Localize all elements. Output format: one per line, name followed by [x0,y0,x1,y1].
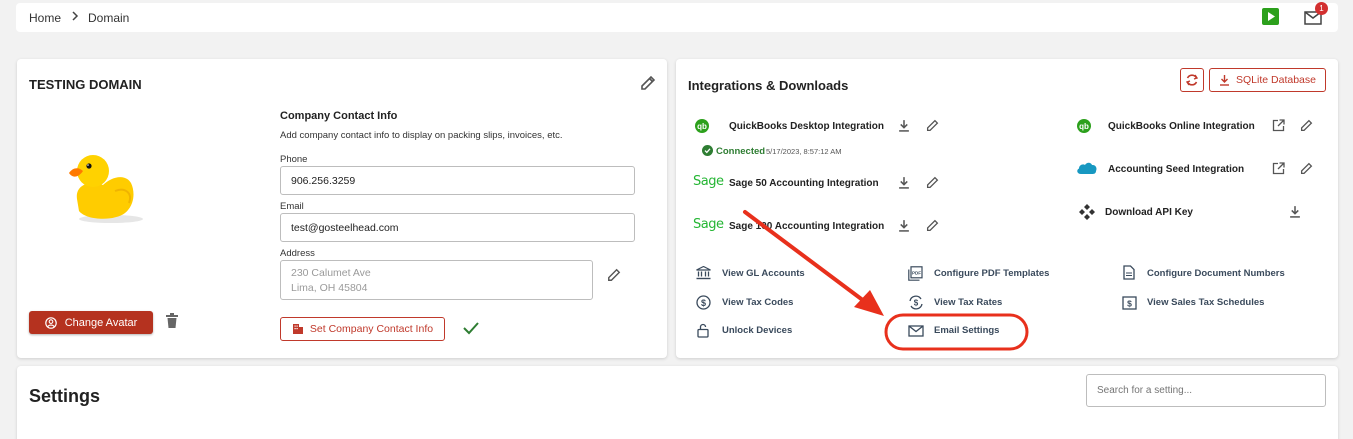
download-icon [1219,74,1230,86]
qb-online-label: QuickBooks Online Integration [1108,121,1255,132]
settings-card: Settings [17,366,1338,439]
document-icon [1123,265,1135,280]
set-contact-info-label: Set Company Contact Info [309,323,434,335]
chevron-right-icon [70,9,80,23]
accounting-seed-label: Accounting Seed Integration [1108,164,1245,175]
dollar-box-icon: $ [1122,296,1137,310]
refresh-button[interactable] [1180,68,1204,92]
salesforce-cloud-icon [1076,161,1098,176]
address-label: Address [280,248,315,259]
dollar-circle-icon: $ [696,295,711,310]
domain-card: TESTING DOMAIN Change Avatar Company Con… [17,59,667,358]
contact-heading: Company Contact Info [280,110,398,122]
link-tax-codes[interactable]: View Tax Codes [722,297,793,308]
edit-icon[interactable] [926,176,939,189]
domain-title: TESTING DOMAIN [29,77,142,92]
refresh-dollar-icon: $ [908,295,924,310]
email-field[interactable]: test@gosteelhead.com [280,213,635,242]
open-external-icon[interactable] [1272,162,1285,175]
notification-badge: 1 [1315,2,1328,15]
edit-icon[interactable] [926,119,939,132]
link-tax-rates[interactable]: View Tax Rates [934,297,1002,308]
download-icon[interactable] [1289,205,1301,218]
change-avatar-button[interactable]: Change Avatar [29,311,153,334]
qb-desktop-label: QuickBooks Desktop Integration [729,121,885,132]
breadcrumb-home[interactable]: Home [29,11,61,25]
contact-description: Add company contact info to display on p… [280,130,563,141]
download-icon[interactable] [898,219,910,232]
svg-text:PDF: PDF [912,271,921,276]
phone-label: Phone [280,154,308,165]
address-line-2: Lima, OH 45804 [291,282,368,294]
address-line-1: 230 Calumet Ave [291,267,371,279]
quickbooks-logo-icon: qb [695,119,709,133]
pdf-icon: PDF [908,266,923,281]
edit-icon[interactable] [1300,119,1313,132]
integrations-card: Integrations & Downloads SQLite Database… [676,59,1338,358]
lock-open-icon [697,323,709,338]
open-external-icon[interactable] [1272,119,1285,132]
connected-timestamp: 5/17/2023, 8:57:12 AM [766,147,842,156]
settings-search-input[interactable] [1086,374,1326,407]
email-label: Email [280,201,304,212]
svg-text:$: $ [914,299,919,308]
svg-text:$: $ [1127,299,1132,309]
settings-title: Settings [29,386,101,406]
sage50-label: Sage 50 Accounting Integration [729,178,879,189]
edit-icon[interactable] [926,219,939,232]
check-circle-icon [702,145,713,156]
svg-text:$: $ [701,298,706,308]
set-contact-info-button[interactable]: Set Company Contact Info [280,317,445,341]
download-icon[interactable] [898,119,910,132]
edit-icon[interactable] [640,75,656,91]
building-icon [292,323,304,335]
connected-status: Connected [716,146,766,157]
address-field[interactable]: 230 Calumet Ave Lima, OH 45804 [280,260,593,300]
sage-logo-icon: Sage [693,174,724,189]
change-avatar-label: Change Avatar [64,316,138,329]
quickbooks-logo-icon: qb [1077,119,1091,133]
check-icon [463,321,479,335]
edit-address-icon[interactable] [607,268,621,282]
avatar [63,147,153,227]
phone-field[interactable]: 906.256.3259 [280,166,635,195]
top-bar: Home Domain 1 [16,2,1338,32]
api-key-icon [1079,204,1095,220]
link-email-settings[interactable]: Email Settings [934,325,999,336]
bank-icon [696,266,711,280]
link-unlock-devices[interactable]: Unlock Devices [722,325,792,336]
refresh-icon [1185,73,1199,87]
trash-icon[interactable] [165,313,179,329]
sage100-label: Sage 100 Accounting Integration [729,221,885,232]
download-icon[interactable] [898,176,910,189]
play-icon[interactable] [1262,8,1279,25]
integrations-title: Integrations & Downloads [688,78,849,93]
edit-icon[interactable] [1300,162,1313,175]
sage-logo-icon: Sage [693,217,724,232]
sqlite-download-button[interactable]: SQLite Database [1209,68,1326,92]
account-circle-icon [44,316,57,329]
mail-outline-icon [908,325,924,337]
api-key-label: Download API Key [1105,207,1193,218]
link-gl-accounts[interactable]: View GL Accounts [722,268,805,279]
link-pdf-templates[interactable]: Configure PDF Templates [934,268,1049,279]
link-doc-numbers[interactable]: Configure Document Numbers [1147,268,1285,279]
link-sales-tax[interactable]: View Sales Tax Schedules [1147,297,1264,308]
sqlite-label: SQLite Database [1236,74,1316,86]
breadcrumb-current: Domain [88,11,130,25]
